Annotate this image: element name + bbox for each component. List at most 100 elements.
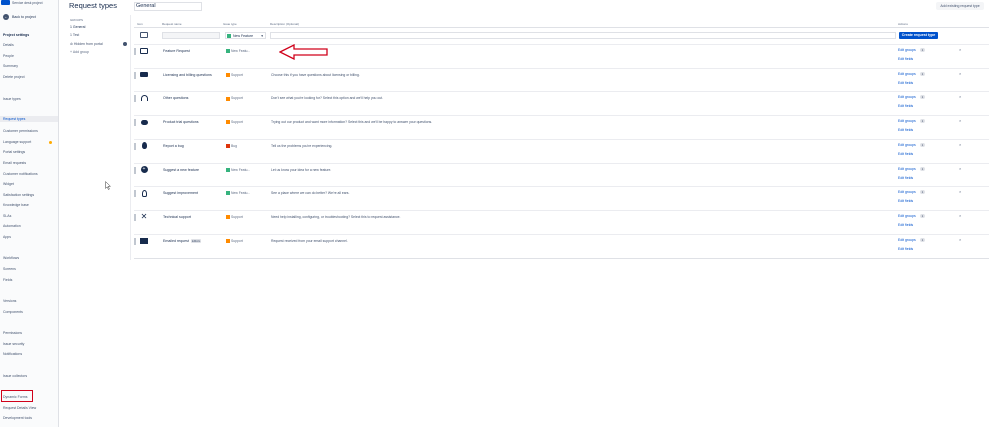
request-description[interactable]: Trying out our product and want more inf… xyxy=(271,120,432,124)
edit-fields-link[interactable]: Edit fields xyxy=(898,81,913,85)
remove-icon[interactable]: × xyxy=(959,94,961,99)
sidebar-item-details[interactable]: Details xyxy=(3,43,14,47)
sidebar-item-email-requests[interactable]: Email requests xyxy=(3,161,26,165)
create-request-type-button[interactable]: Create request type xyxy=(899,32,938,39)
sidebar-item-automation[interactable]: Automation xyxy=(3,224,21,228)
issue-type[interactable]: Support xyxy=(226,215,243,219)
sidebar-item-notifications[interactable]: Notifications xyxy=(3,352,22,356)
sidebar-item-issue-collectors[interactable]: Issue collectors xyxy=(3,374,27,378)
monitor-icon[interactable] xyxy=(140,32,148,38)
drag-handle[interactable] xyxy=(134,213,136,221)
sidebar-item-slas[interactable]: SLAs xyxy=(3,214,11,218)
issue-type[interactable]: Support xyxy=(226,73,243,77)
remove-icon[interactable]: × xyxy=(959,118,961,123)
issue-type[interactable]: New Featu... xyxy=(226,191,250,196)
sidebar-item-development-tools[interactable]: Development tools xyxy=(3,416,32,420)
sidebar-item-screens[interactable]: Screens xyxy=(3,267,16,271)
back-to-project-link[interactable]: ← Back to project xyxy=(3,14,36,20)
sidebar-item-language-support[interactable]: Language support xyxy=(3,140,53,144)
sidebar-item-workflows[interactable]: Workflows xyxy=(3,256,19,260)
request-name[interactable]: Suggest a new feature xyxy=(163,168,199,172)
sidebar-item-customer-notifications[interactable]: Customer notifications xyxy=(3,172,38,176)
sidebar-item-issue-types[interactable]: Issue types xyxy=(3,97,21,101)
request-icon-button[interactable] xyxy=(140,142,148,150)
edit-groups-link[interactable]: Edit groups xyxy=(898,72,916,76)
edit-fields-link[interactable]: Edit fields xyxy=(898,247,913,251)
add-existing-request-type-button[interactable]: Add existing request type xyxy=(936,2,984,10)
description-input[interactable] xyxy=(270,32,896,39)
drag-handle[interactable] xyxy=(134,237,136,245)
remove-icon[interactable]: × xyxy=(959,142,961,147)
issue-type[interactable]: New Featu... xyxy=(226,168,250,172)
sidebar-item-summary[interactable]: Summary xyxy=(3,64,18,68)
request-description[interactable]: Request received from your email support… xyxy=(271,239,348,243)
issue-type[interactable]: Support xyxy=(226,96,243,101)
drag-handle[interactable] xyxy=(134,142,136,150)
request-name[interactable]: Report a bug xyxy=(163,144,184,148)
issue-type[interactable]: Bug xyxy=(226,144,237,148)
request-description[interactable]: Let us know your idea for a new feature. xyxy=(271,168,331,172)
sidebar-item-permissions[interactable]: Permissions xyxy=(3,331,22,335)
request-description[interactable]: Tell us the problems you're experiencing… xyxy=(271,144,332,148)
edit-fields-link[interactable]: Edit fields xyxy=(898,152,913,156)
request-icon-button[interactable] xyxy=(140,118,148,126)
request-description[interactable]: Choose this if you have questions about … xyxy=(271,73,360,77)
sidebar-item-request-details-view[interactable]: Request Details View xyxy=(3,406,36,410)
edit-groups-link[interactable]: Edit groups xyxy=(898,214,916,218)
sidebar-item-delete-project[interactable]: Delete project xyxy=(3,75,25,79)
remove-icon[interactable]: × xyxy=(959,213,961,218)
edit-groups-link[interactable]: Edit groups xyxy=(898,167,916,171)
edit-groups-link[interactable]: Edit groups xyxy=(898,143,916,147)
request-description[interactable]: Need help installing, configuring, or tr… xyxy=(271,215,401,219)
issue-type[interactable]: Support xyxy=(226,239,243,243)
request-name[interactable]: Product trial questions xyxy=(163,120,199,124)
edit-fields-link[interactable]: Edit fields xyxy=(898,128,913,132)
request-description[interactable]: Don't see what you're looking for? Selec… xyxy=(271,96,383,100)
sidebar-item-satisfaction-settings[interactable]: Satisfaction settings xyxy=(3,193,34,197)
request-icon-button[interactable]: ✕ xyxy=(140,213,148,221)
remove-icon[interactable]: × xyxy=(959,189,961,194)
drag-handle[interactable] xyxy=(134,95,136,103)
request-icon-button[interactable] xyxy=(140,237,148,245)
drag-handle[interactable] xyxy=(134,119,136,127)
sidebar-item-fields[interactable]: Fields xyxy=(3,278,12,282)
edit-groups-link[interactable]: Edit groups xyxy=(898,190,916,194)
remove-icon[interactable]: × xyxy=(959,237,961,242)
group-item-hidden[interactable]: ⊘ Hidden from portal xyxy=(70,42,103,46)
request-icon-button[interactable]: + xyxy=(140,166,148,174)
request-icon-button[interactable] xyxy=(140,94,148,102)
issue-type[interactable]: New Featu... xyxy=(226,49,250,54)
edit-fields-link[interactable]: Edit fields xyxy=(898,223,913,227)
drag-handle[interactable] xyxy=(134,71,136,79)
add-group-link[interactable]: + Add group xyxy=(70,50,89,54)
edit-groups-link[interactable]: Edit groups xyxy=(898,238,916,242)
sidebar-item-versions[interactable]: Versions xyxy=(3,299,16,303)
drag-handle[interactable] xyxy=(134,48,136,55)
request-name[interactable]: Emailed request EMAIL xyxy=(163,238,202,243)
sidebar-item-customer-permissions[interactable]: Customer permissions xyxy=(3,129,38,133)
group-item-general[interactable]: 1 General xyxy=(70,25,85,29)
drag-handle[interactable] xyxy=(134,190,136,198)
request-name[interactable]: Other questions xyxy=(163,96,188,100)
remove-icon[interactable]: × xyxy=(959,166,961,171)
issue-type[interactable]: Support xyxy=(226,120,243,125)
request-name[interactable]: Technical support xyxy=(163,215,191,219)
edit-fields-link[interactable]: Edit fields xyxy=(898,176,913,180)
sidebar-item-widget[interactable]: Widget xyxy=(3,182,14,186)
request-icon-button[interactable] xyxy=(140,71,148,79)
group-item-test[interactable]: 1 Test xyxy=(70,33,79,37)
edit-fields-link[interactable]: Edit fields xyxy=(898,57,913,61)
edit-groups-link[interactable]: Edit groups xyxy=(898,119,916,123)
request-icon-button[interactable] xyxy=(140,189,148,197)
sidebar-item-apps[interactable]: Apps xyxy=(3,235,11,239)
request-name-input[interactable] xyxy=(162,32,220,39)
request-name[interactable]: Suggest improvement xyxy=(163,191,198,195)
sidebar-item-components[interactable]: Components xyxy=(3,310,23,314)
sidebar-item-request-types[interactable]: Request types xyxy=(0,116,58,122)
group-name-input[interactable]: General xyxy=(134,2,202,11)
sidebar-item-issue-security[interactable]: Issue security xyxy=(3,342,24,346)
request-icon-button[interactable] xyxy=(140,47,148,55)
edit-groups-link[interactable]: Edit groups xyxy=(898,48,916,52)
edit-groups-link[interactable]: Edit groups xyxy=(898,95,916,99)
edit-fields-link[interactable]: Edit fields xyxy=(898,199,913,203)
